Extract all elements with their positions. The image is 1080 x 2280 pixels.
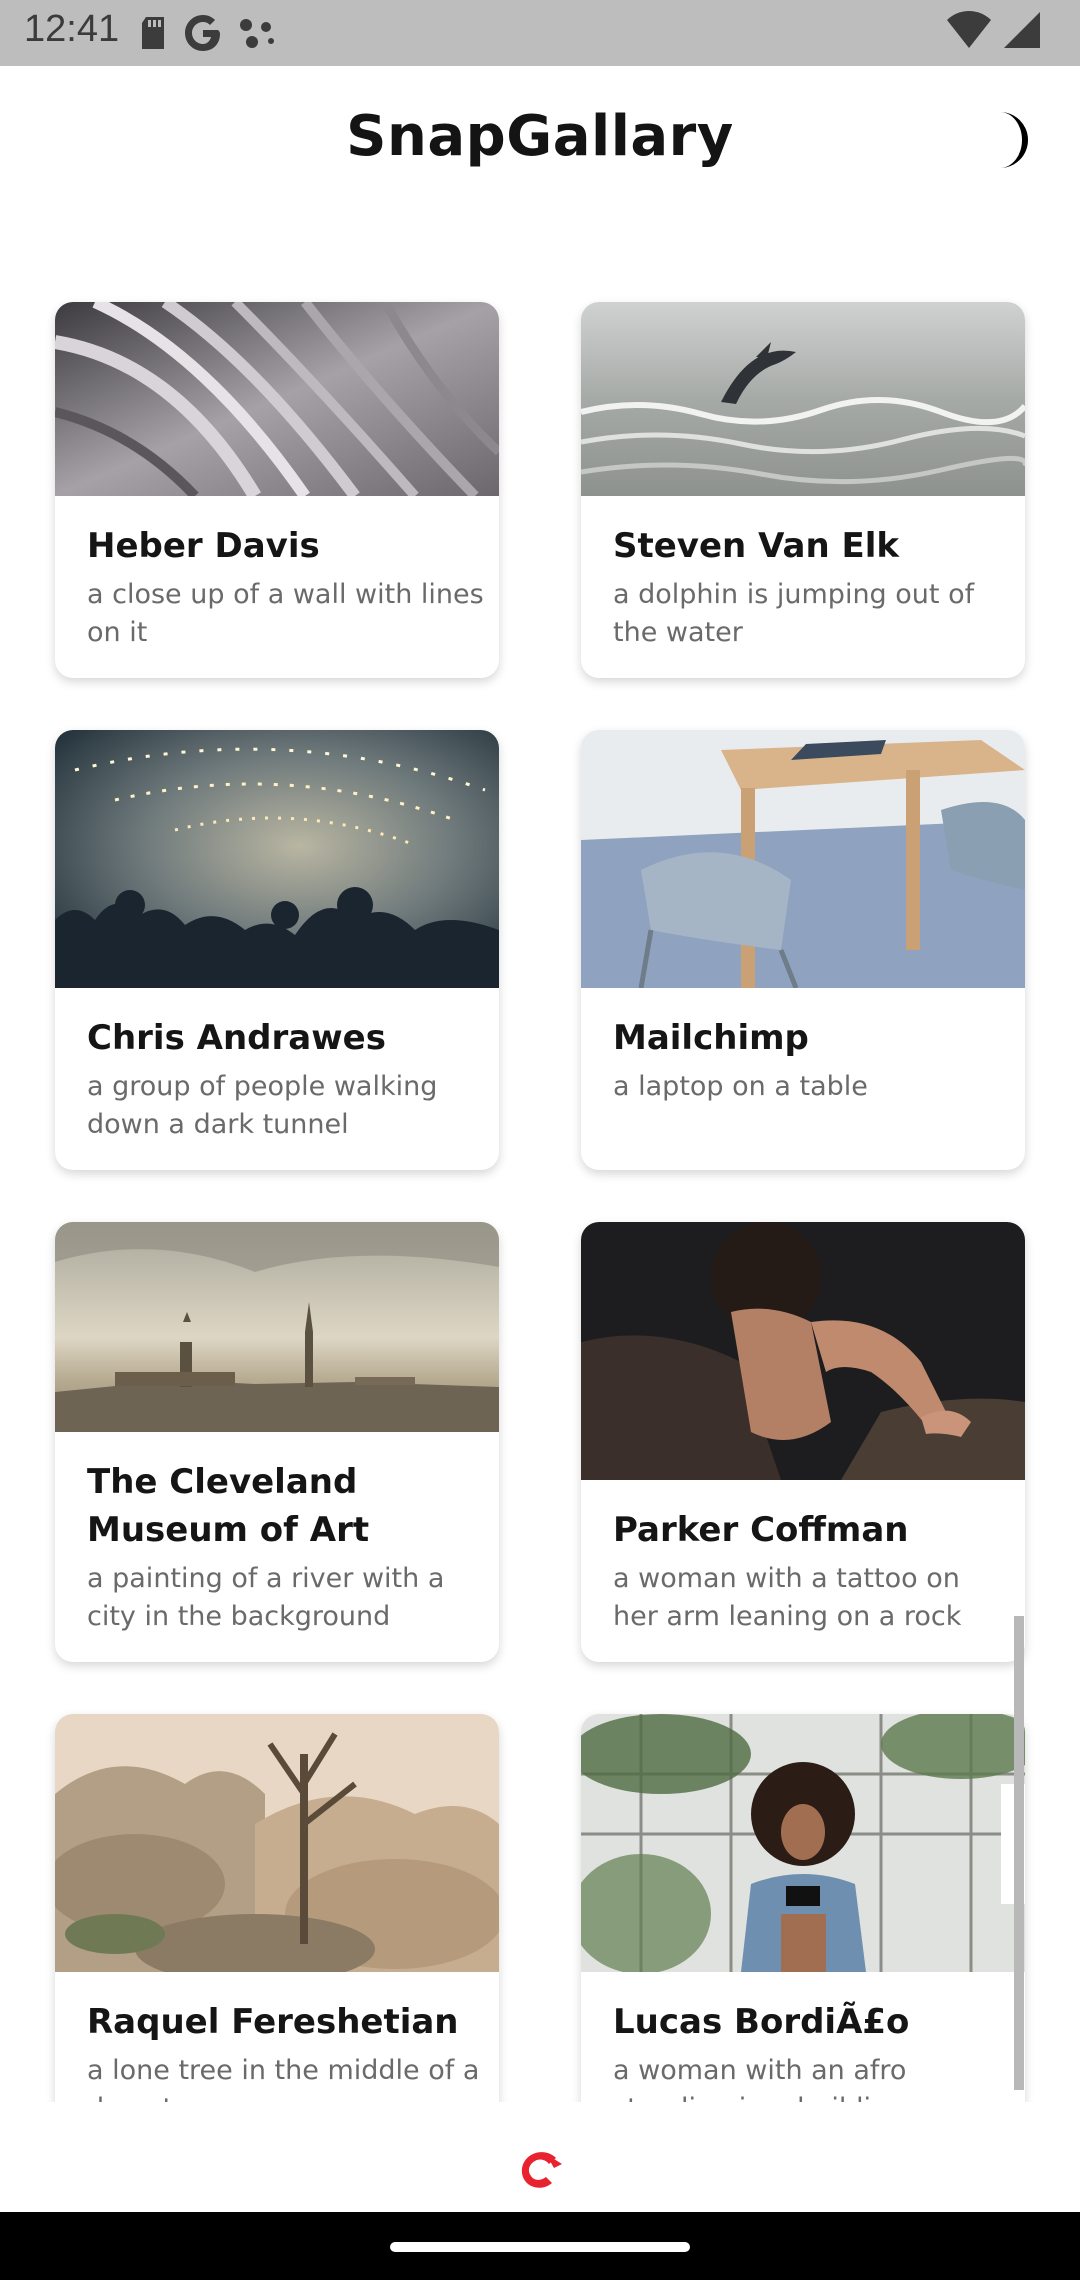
photo-wall-lines (55, 302, 499, 496)
photo-woman-greenhouse (581, 1714, 1025, 1972)
card-title: Chris Andrawes (87, 1018, 386, 1058)
scrollbar[interactable] (1014, 1616, 1024, 2090)
app-header: SnapGallary (0, 66, 1080, 236)
system-nav-bar (0, 2212, 1080, 2280)
assistant-dots-icon (240, 19, 274, 48)
photo-image[interactable] (55, 730, 499, 988)
card-title: Heber Davis (87, 526, 320, 566)
card-title: The Cleveland Museum of Art (87, 1462, 370, 1550)
sd-card-icon (142, 17, 164, 49)
card-title: Parker Coffman (613, 1510, 909, 1550)
photo-card[interactable]: Lucas BordiÃ£o a woman with an afro stan… (581, 1714, 1025, 2102)
card-title: Steven Van Elk (613, 526, 899, 566)
card-description: a painting of a river with a city in the… (87, 1563, 445, 1632)
photo-card[interactable]: Parker Coffman a woman with a tattoo on … (581, 1222, 1025, 1662)
bottom-bar (0, 2102, 1080, 2212)
cell-signal-icon (1004, 12, 1040, 48)
card-description: a woman with an afro standing in a build… (613, 2055, 907, 2102)
card-description: a lone tree in the middle of a desert (87, 2055, 480, 2102)
photo-card[interactable]: Mailchimp a laptop on a table (581, 730, 1025, 1170)
card-description: a group of people walking down a dark tu… (87, 1071, 438, 1140)
card-description: a dolphin is jumping out of the water (613, 579, 975, 648)
home-handle[interactable] (390, 2242, 690, 2252)
photo-card[interactable]: The Cleveland Museum of Art a painting o… (55, 1222, 499, 1662)
google-icon (185, 15, 220, 51)
status-icons-left (138, 12, 278, 54)
card-title: Raquel Fereshetian (87, 2002, 459, 2042)
status-time: 12:41 (24, 8, 120, 50)
photo-laptop-table (581, 730, 1025, 988)
card-description: a close up of a wall with lines on it (87, 579, 484, 648)
gallery-feed[interactable]: Heber Davis a close up of a wall with li… (0, 236, 1080, 2102)
card-description: a laptop on a table (613, 1071, 868, 1102)
card-title: Lucas BordiÃ£o (613, 2002, 910, 2042)
wifi-icon (947, 11, 991, 48)
photo-image[interactable] (581, 730, 1025, 988)
photo-card[interactable]: Heber Davis a close up of a wall with li… (55, 302, 499, 678)
status-bar: 12:41 (0, 0, 1080, 66)
photo-image[interactable] (55, 1222, 499, 1432)
photo-image[interactable] (581, 1222, 1025, 1480)
photo-card[interactable]: Raquel Fereshetian a lone tree in the mi… (55, 1714, 499, 2102)
photo-image[interactable] (581, 1714, 1025, 1972)
photo-woman-rock (581, 1222, 1025, 1480)
photo-card[interactable]: Chris Andrawes a group of people walking… (55, 730, 499, 1170)
photo-river-painting (55, 1222, 499, 1432)
card-description: a woman with a tattoo on her arm leaning… (613, 1563, 962, 1632)
photo-image[interactable] (55, 302, 499, 496)
brand-logo-icon[interactable] (516, 2150, 564, 2190)
app-title: SnapGallary (346, 104, 734, 169)
photo-desert-tree (55, 1714, 499, 1972)
photo-tunnel (55, 730, 499, 988)
photo-image[interactable] (581, 302, 1025, 496)
photo-card[interactable]: Steven Van Elk a dolphin is jumping out … (581, 302, 1025, 678)
photo-dolphin (581, 302, 1025, 496)
status-icons-right (946, 10, 1042, 50)
card-title: Mailchimp (613, 1018, 809, 1058)
moon-icon[interactable] (974, 110, 1034, 170)
photo-image[interactable] (55, 1714, 499, 1972)
